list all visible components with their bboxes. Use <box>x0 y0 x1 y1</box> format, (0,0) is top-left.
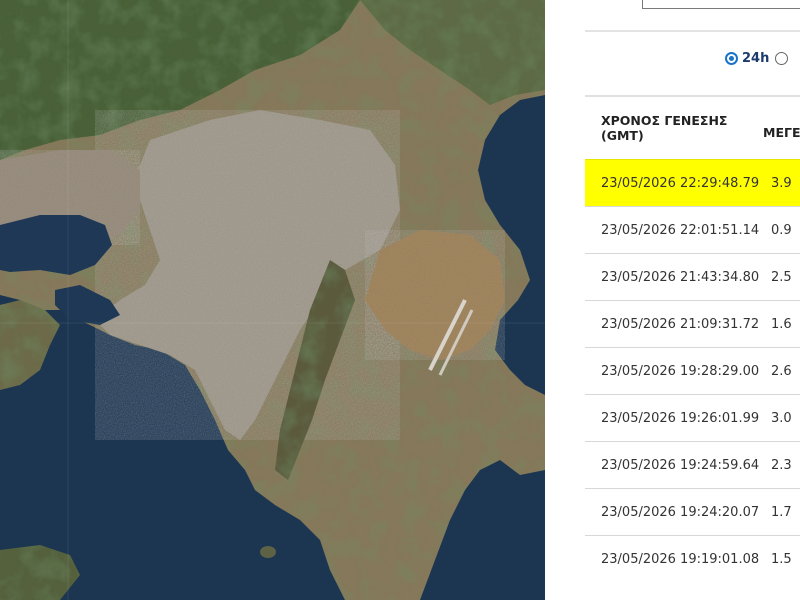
origin-time-cell: 23/05/2026 21:43:34.80 <box>601 270 760 285</box>
table-row[interactable]: 23/05/2026 22:01:51.14 0.9 <box>585 206 800 253</box>
time-range-filter: 24h <box>725 47 794 69</box>
origin-time-cell: 23/05/2026 19:24:59.64 <box>601 458 760 473</box>
magnitude-cell: 1.6 <box>771 317 792 332</box>
magnitude-cell: 2.6 <box>771 364 792 379</box>
earthquake-list-panel: 24h ΧΡΟΝΟΣ ΓΕΝΕΣΗΣ (GMT) ΜΕΓΕΘ 23/05/202… <box>545 0 800 600</box>
origin-time-cell: 23/05/2026 19:19:01.08 <box>601 552 760 567</box>
map-canvas[interactable] <box>0 0 545 600</box>
magnitude-cell: 2.5 <box>771 270 792 285</box>
table-row[interactable]: 23/05/2026 21:09:31.72 1.6 <box>585 300 800 347</box>
origin-time-cell: 23/05/2026 21:09:31.72 <box>601 317 760 332</box>
table-body: 23/05/2026 22:29:48.79 3.9 23/05/2026 22:0… <box>585 159 800 582</box>
table-row[interactable]: 23/05/2026 19:24:59.64 2.3 <box>585 441 800 488</box>
origin-time-cell: 23/05/2026 19:24:20.07 <box>601 505 760 520</box>
origin-time-cell: 23/05/2026 22:01:51.14 <box>601 223 760 238</box>
radio-option-2[interactable] <box>775 51 789 65</box>
satellite-map[interactable] <box>0 0 545 600</box>
magnitude-cell: 3.9 <box>771 176 792 191</box>
table-row[interactable]: 23/05/2026 19:24:20.07 1.7 <box>585 488 800 535</box>
magnitude-cell: 2.3 <box>771 458 792 473</box>
radio-24h-label: 24h <box>742 50 770 66</box>
magnitude-cell: 1.5 <box>771 552 792 567</box>
origin-time-cell: 23/05/2026 22:29:48.79 <box>601 176 760 191</box>
column-header-magnitude[interactable]: ΜΕΓΕΘ <box>763 125 800 140</box>
table-row[interactable]: 23/05/2026 19:26:01.99 3.0 <box>585 394 800 441</box>
table-row[interactable]: 23/05/2026 19:28:29.00 2.6 <box>585 347 800 394</box>
earthquake-table: ΧΡΟΝΟΣ ΓΕΝΕΣΗΣ (GMT) ΜΕΓΕΘ 23/05/2026 22… <box>585 95 800 582</box>
table-row[interactable]: 23/05/2026 21:43:34.80 2.5 <box>585 253 800 300</box>
table-row[interactable]: 23/05/2026 22:29:48.79 3.9 <box>585 159 800 206</box>
magnitude-cell: 0.9 <box>771 223 792 238</box>
divider <box>585 30 800 32</box>
column-header-time[interactable]: ΧΡΟΝΟΣ ΓΕΝΕΣΗΣ (GMT) <box>601 113 741 143</box>
origin-time-cell: 23/05/2026 19:26:01.99 <box>601 411 760 426</box>
origin-time-cell: 23/05/2026 19:28:29.00 <box>601 364 760 379</box>
table-row[interactable]: 23/05/2026 19:19:01.08 1.5 <box>585 535 800 582</box>
radio-24h[interactable] <box>725 51 738 65</box>
magnitude-cell: 3.0 <box>771 411 792 426</box>
search-input[interactable] <box>642 0 800 9</box>
magnitude-cell: 1.7 <box>771 505 792 520</box>
table-header: ΧΡΟΝΟΣ ΓΕΝΕΣΗΣ (GMT) ΜΕΓΕΘ <box>585 95 800 159</box>
small-island <box>260 546 276 558</box>
